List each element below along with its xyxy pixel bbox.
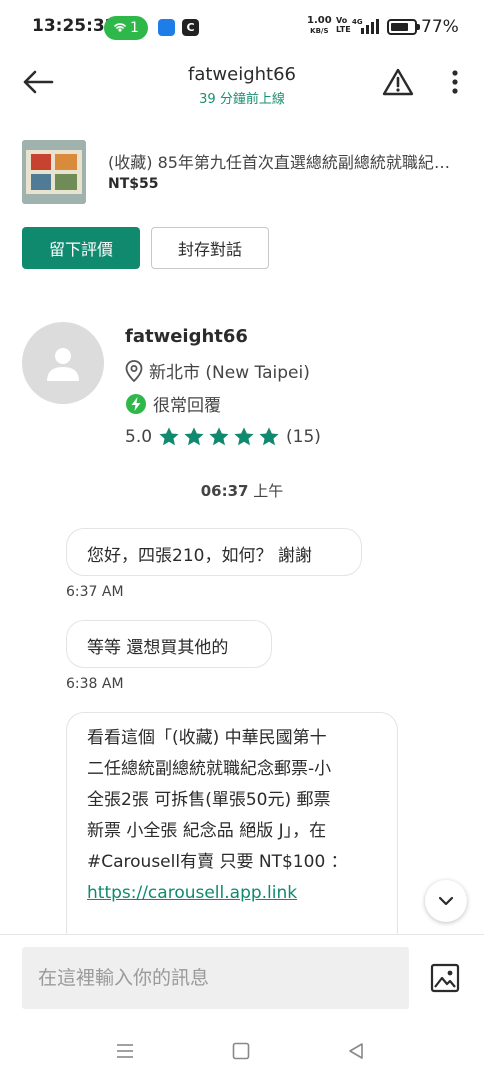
rating-stars xyxy=(158,426,280,448)
seller-location-text: 新北市 (New Taipei) xyxy=(149,363,310,383)
message-line: 全張2張 可拆售(單張50元) 郵票 xyxy=(87,790,331,810)
message-line: 看看這個「(收藏) 中華民國第十 xyxy=(87,728,327,748)
battery-icon xyxy=(387,19,420,35)
star-icon xyxy=(259,427,279,446)
speed-value: 1.00 xyxy=(307,15,332,26)
back-nav-button[interactable] xyxy=(343,1038,369,1064)
seller-name: fatweight66 xyxy=(125,326,248,347)
message-line: #Carousell有賣 只要 NT$100 ： xyxy=(87,852,348,872)
star-icon xyxy=(184,427,204,446)
review-count: (15) xyxy=(286,427,321,447)
product-title: (收藏) 85年第九任首次直選總統副總統就職紀念郵票 xyxy=(108,153,462,172)
system-navigation-bar xyxy=(0,1020,484,1080)
seller-response-text: 很常回覆 xyxy=(153,396,221,416)
triangle-back-icon xyxy=(349,1043,363,1059)
message-bubble: 您好，四張210，如何？ 謝謝 xyxy=(66,528,362,576)
date-separator-period: 上午 xyxy=(253,482,284,500)
recent-apps-button[interactable] xyxy=(112,1038,138,1064)
star-icon xyxy=(209,427,229,446)
product-thumbnail xyxy=(22,140,86,204)
message-text: 您好，四張210，如何？ 謝謝 xyxy=(87,546,312,566)
date-separator: 06:37 上午 xyxy=(0,480,484,501)
speed-unit: KB/S xyxy=(310,27,329,35)
network-type: 4G xyxy=(352,18,363,26)
chat-header: fatweight66 39 分鐘前上線 xyxy=(0,56,484,108)
scroll-to-bottom-button[interactable] xyxy=(425,880,467,922)
archive-chat-button[interactable]: 封存對話 xyxy=(151,227,269,269)
message-composer xyxy=(0,934,484,1020)
app-notification-icon xyxy=(158,19,175,36)
message-bubble-shared-listing: 看看這個「(收藏) 中華民國第十 二任總統副總統就職紀念郵票-小 全張2張 可拆… xyxy=(66,712,398,952)
signal-icon: 4G xyxy=(352,17,380,39)
battery-fill xyxy=(391,23,408,31)
report-button[interactable] xyxy=(378,62,418,102)
star-icon xyxy=(234,427,254,446)
more-vertical-icon xyxy=(452,70,458,94)
more-options-button[interactable] xyxy=(440,62,470,102)
hotspot-badge: 1 xyxy=(104,16,148,40)
leave-review-button[interactable]: 留下評價 xyxy=(22,227,140,269)
seller-rating[interactable]: 5.0 (15) xyxy=(125,426,321,448)
volte-bottom: LTE xyxy=(336,25,351,34)
shared-link[interactable]: https://carousell.app.link xyxy=(87,878,377,909)
star-icon xyxy=(159,427,179,446)
square-icon xyxy=(232,1042,250,1060)
menu-icon xyxy=(117,1044,133,1058)
image-icon xyxy=(430,963,460,993)
seller-location: 新北市 (New Taipei) xyxy=(125,358,310,383)
message-text: 等等 還想買其他的 xyxy=(87,638,229,658)
product-summary[interactable]: (收藏) 85年第九任首次直選總統副總統就職紀念郵票 NT$55 xyxy=(22,136,462,206)
seller-response-rate: 很常回覆 xyxy=(125,391,221,416)
app-c-glyph: C xyxy=(186,21,195,34)
attach-photo-button[interactable] xyxy=(428,961,462,995)
avatar[interactable] xyxy=(22,322,104,404)
warning-icon xyxy=(382,68,414,96)
product-price: NT$55 xyxy=(108,176,159,192)
app-c-icon: C xyxy=(182,19,199,36)
battery-text: 77% xyxy=(421,17,459,37)
location-pin-icon xyxy=(125,359,143,382)
chevron-down-icon xyxy=(438,896,454,906)
battery-nub xyxy=(417,24,420,30)
message-time: 6:37 AM xyxy=(66,584,124,600)
message-line: 新票 小全張 紀念品 絕版 J」，在 xyxy=(87,821,327,841)
date-separator-time: 06:37 xyxy=(200,482,249,500)
rating-value: 5.0 xyxy=(125,427,153,447)
home-button[interactable] xyxy=(228,1038,254,1064)
hotspot-count: 1 xyxy=(130,20,139,36)
message-time: 6:38 AM xyxy=(66,676,124,692)
lightning-icon xyxy=(126,393,146,414)
message-line: 二任總統副總統就職紀念郵票-小 xyxy=(87,759,332,779)
message-input[interactable] xyxy=(22,947,409,1009)
hotspot-icon xyxy=(113,23,127,32)
status-bar: 13:25:32 1 C 1.00 KB/S Vo LTE 4G 77% xyxy=(0,0,484,56)
network-speed: 1.00 KB/S xyxy=(307,16,332,36)
volte-indicator: Vo LTE xyxy=(336,16,351,34)
user-icon xyxy=(47,348,79,381)
volte-top: Vo xyxy=(336,16,348,25)
message-bubble: 等等 還想買其他的 xyxy=(66,620,272,668)
